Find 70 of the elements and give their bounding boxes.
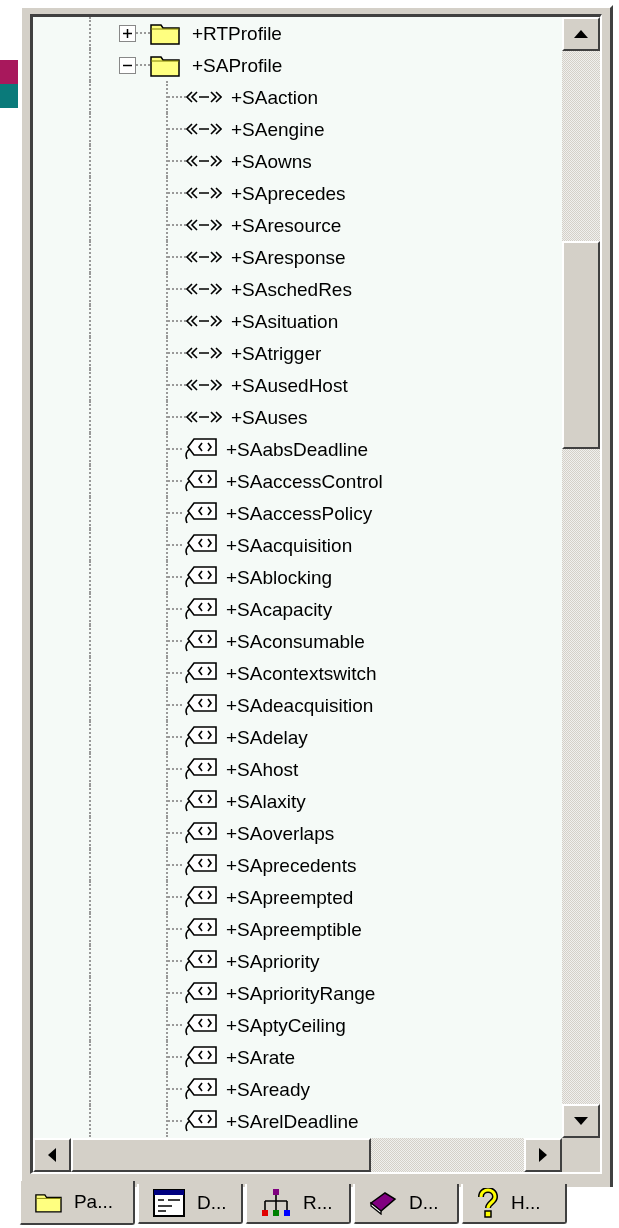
tree-item-label[interactable]: +SAcapacity [226,599,333,619]
scrollbar-thumb[interactable] [562,241,600,449]
up-arrow-icon [574,30,588,38]
association-icon [186,282,222,296]
tree-item-label[interactable]: +SAprecedents [226,855,357,875]
window-icon [153,1189,185,1217]
left-arrow-icon [48,1148,56,1162]
collapse-icon[interactable] [119,56,136,74]
tree-item-label[interactable]: +SAschedRes [231,279,352,299]
association-icon [186,90,222,104]
tree-item-label[interactable]: +SArate [226,1047,296,1067]
tree-item-label[interactable]: +SAhost [226,759,299,779]
tree-item-label[interactable]: +SAaccessPolicy [226,503,373,523]
tree-item-label[interactable]: +SAabsDeadline [226,439,369,459]
tree-item-label[interactable]: +SAengine [231,119,325,139]
folder-icon [150,21,180,45]
tree-item-label[interactable]: +SApriorityRange [226,983,376,1003]
tab[interactable]: D... [137,1184,243,1224]
scrollbar-thumb[interactable] [71,1138,371,1172]
association-icon [186,218,222,232]
tree-item-label[interactable]: +SAsituation [231,311,339,331]
tree-item-label[interactable]: +SApreempted [226,887,354,907]
tab[interactable]: D... [353,1184,459,1224]
tree-item-label[interactable]: +SAresponse [231,247,346,267]
tree-item-label[interactable]: +RTProfile [192,23,282,43]
folder-icon [150,53,180,77]
tree-item-label[interactable]: +SAcontextswitch [226,663,377,683]
down-arrow-icon [574,1117,588,1125]
association-icon [186,314,222,328]
tree-item-label[interactable]: +SAready [226,1079,310,1099]
tree-item-label[interactable]: +SAProfile [192,55,283,75]
tree-item-label[interactable]: +SApriority [226,951,320,971]
tree-item-label[interactable]: +SAacquisition [226,535,353,555]
hierarchy-icon [261,1189,291,1217]
tree-item-label[interactable]: +SApreemptible [226,919,362,939]
tree-item-label[interactable]: +SAowns [231,151,312,171]
tree-item-label[interactable]: +SAptyCeiling [226,1015,346,1035]
tree-item-label[interactable]: +SAuses [231,407,308,427]
tree-item-label[interactable]: +SAblocking [226,567,333,587]
scroll-right-button[interactable] [524,1138,562,1172]
tab[interactable]: Pa... [19,1181,135,1225]
help-icon [477,1188,499,1218]
association-icon [186,410,222,424]
book-icon [369,1191,397,1215]
tree-item-label[interactable]: +SAlaxity [226,791,306,811]
tab[interactable]: H... [461,1184,567,1224]
association-icon [186,154,222,168]
tab[interactable]: R... [245,1184,351,1224]
tree-item-label[interactable]: +SAaction [231,87,319,107]
tree-item-label[interactable]: +SAdeacquisition [226,695,374,715]
tree-item-label[interactable]: +SAconsumable [226,631,365,651]
scroll-down-button[interactable] [562,1104,600,1138]
tree-item-label[interactable]: +SAtrigger [231,343,322,363]
right-arrow-icon [539,1148,547,1162]
tree-item-label[interactable]: +SAoverlaps [226,823,335,843]
tree-item-label[interactable]: +SAdelay [226,727,308,747]
expand-icon[interactable] [119,24,136,42]
association-icon [186,346,222,360]
scroll-up-button[interactable] [562,17,600,51]
association-icon [186,122,222,136]
tree-item-label[interactable]: +SArelDeadline [226,1111,359,1131]
association-icon [186,186,222,200]
scroll-left-button[interactable] [33,1138,71,1172]
association-icon [186,250,222,264]
tree-item-label[interactable]: +SAprecedes [231,183,346,203]
association-icon [186,378,222,392]
tree-item-label[interactable]: +SAaccessControl [226,471,383,491]
scrollbar-track[interactable] [33,1138,562,1172]
tree-item-label[interactable]: +SAresource [231,215,342,235]
tree-item-label[interactable]: +SAusedHost [231,375,348,395]
